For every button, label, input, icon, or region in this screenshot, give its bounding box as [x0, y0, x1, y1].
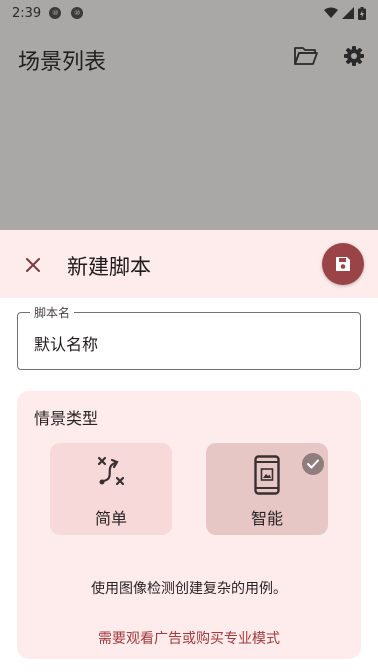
status-time: 2:39 [12, 5, 42, 21]
option-simple-label: 简单 [94, 509, 127, 528]
script-name-input[interactable]: 默认名称 [34, 331, 98, 355]
option-smart-label: 智能 [250, 509, 283, 528]
save-icon [336, 257, 350, 271]
close-button[interactable] [20, 252, 46, 278]
option-smart[interactable]: 智能 [206, 443, 328, 535]
scenario-type-card: 情景类型 简单 智能 使用图像检测创建复杂的用例。 需要观看广告或购买专业模式 [17, 391, 361, 659]
script-name-label: 脚本名 [30, 304, 75, 321]
route-icon [97, 456, 125, 486]
phone-image-icon [254, 455, 280, 495]
page-title: 场景列表 [18, 50, 107, 75]
close-icon [26, 258, 40, 272]
save-button[interactable] [322, 243, 364, 285]
battery-icon [358, 6, 366, 20]
selected-check-icon [302, 453, 324, 475]
sheet-title: 新建脚本 [67, 255, 151, 279]
gear-icon[interactable] [344, 46, 364, 66]
new-script-sheet: 新建脚本 脚本名 默认名称 情景类型 简单 智能 使用图像检测创建复杂的用例。 … [0, 230, 378, 672]
script-name-field[interactable]: 脚本名 默认名称 [17, 304, 361, 370]
notification-icon: ⑩ [71, 7, 84, 19]
folder-open-icon[interactable] [294, 46, 318, 66]
sheet-header: 新建脚本 [0, 230, 378, 298]
option-simple[interactable]: 简单 [50, 443, 172, 535]
signal-icon [342, 7, 354, 19]
background-app: 2:39 ⑩ ⑩ 场景列表 [0, 0, 378, 232]
notification-icon: ⑩ [49, 7, 62, 19]
upgrade-link[interactable]: 需要观看广告或购买专业模式 [17, 628, 361, 648]
status-bar: 2:39 ⑩ ⑩ [0, 0, 378, 26]
scenario-description: 使用图像检测创建复杂的用例。 [91, 581, 287, 597]
wifi-icon [324, 7, 338, 18]
scenario-type-title: 情景类型 [34, 409, 99, 428]
